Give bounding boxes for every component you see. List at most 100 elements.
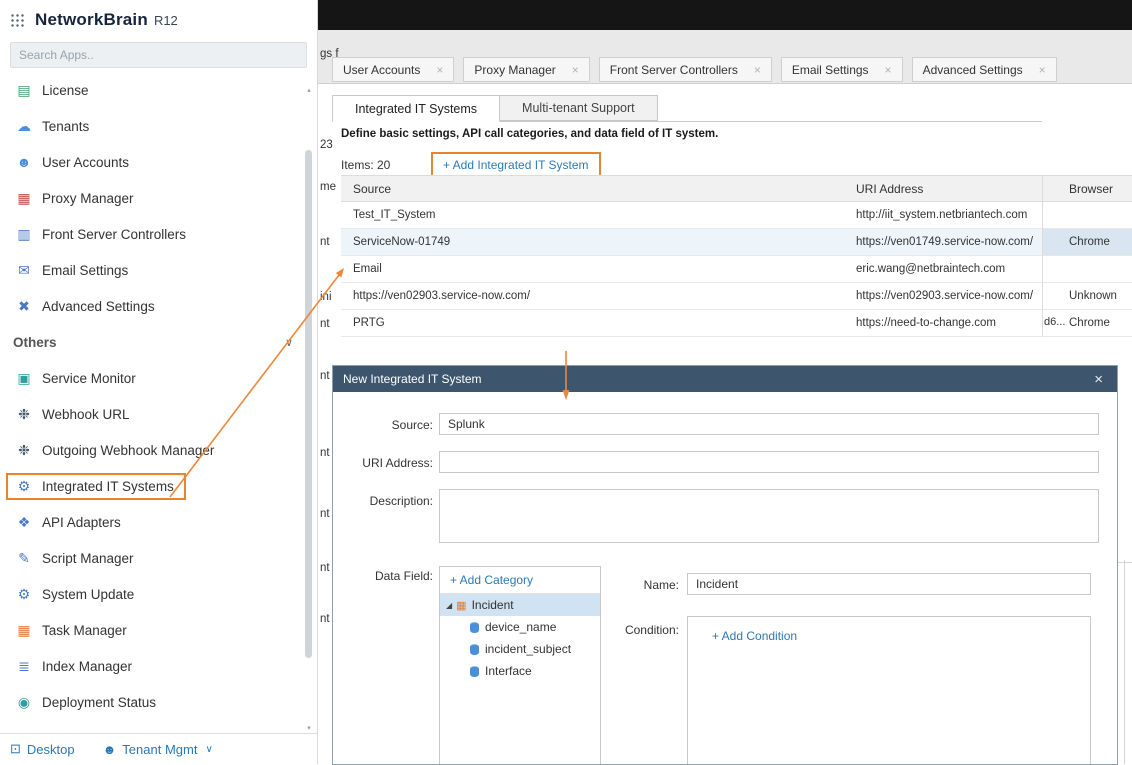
occluded-browser-column: Browser Chrome Unknown Chrome d6... <box>1042 175 1132 337</box>
scroll-up-icon[interactable]: ▴ <box>304 86 314 94</box>
cell-uri: https://ven02903.service-now.com/ <box>844 290 1042 302</box>
sidebar-item-webhook-url[interactable]: ❉ Webhook URL <box>0 396 317 432</box>
app-grid-icon[interactable] <box>10 13 25 28</box>
sidebar-item-integrated-it-systems[interactable]: ⚙ Integrated IT Systems <box>0 468 317 504</box>
others-section-header[interactable]: Others ∨ <box>0 324 317 360</box>
user-icon: ☻ <box>13 154 35 170</box>
sidebar-item-label: API Adapters <box>42 515 121 530</box>
occluded-text-fragment: nt <box>320 236 330 248</box>
search-input[interactable] <box>11 43 306 67</box>
gear-icon: ⚙ <box>13 478 35 495</box>
webhook-icon: ❉ <box>13 442 35 459</box>
desktop-icon: ⊡ <box>10 741 21 757</box>
tab-front-server-controllers[interactable]: Front Server Controllers × <box>599 57 772 82</box>
column-header-browser: Browser <box>1042 175 1132 202</box>
monitor-icon: ▣ <box>13 370 35 387</box>
sidebar-item-license[interactable]: ▤ License <box>0 72 317 108</box>
sidebar-item-task-manager[interactable]: ▦ Task Manager <box>0 612 317 648</box>
tab-label: Advanced Settings <box>923 63 1023 77</box>
close-icon[interactable]: × <box>885 64 892 76</box>
condition-box: + Add Condition <box>687 616 1091 765</box>
description-textarea[interactable] <box>439 489 1099 543</box>
data-field-icon <box>470 622 479 633</box>
cell-uri: eric.wang@netbraintech.com <box>844 263 1042 275</box>
close-icon[interactable]: × <box>436 64 443 76</box>
tab-email-settings[interactable]: Email Settings × <box>781 57 903 82</box>
occluded-text-fragment: d6... <box>1044 316 1065 328</box>
sidebar-item-email-settings[interactable]: ✉ Email Settings <box>0 252 317 288</box>
occluded-text-fragment: nt <box>320 370 330 382</box>
add-category-link[interactable]: + Add Category <box>440 567 600 594</box>
app-top-bar <box>318 0 1132 30</box>
close-icon[interactable]: × <box>754 64 761 76</box>
others-label: Others <box>13 335 57 350</box>
cell-browser: Unknown <box>1042 283 1132 310</box>
table-row[interactable]: Test_IT_System http://iit_system.netbria… <box>341 202 1042 229</box>
sidebar-item-user-accounts[interactable]: ☻ User Accounts <box>0 144 317 180</box>
desktop-link[interactable]: Desktop <box>27 742 75 757</box>
sidebar-scrollbar[interactable]: ▴ ▾ <box>304 86 314 732</box>
sidebar-item-system-update[interactable]: ⚙ System Update <box>0 576 317 612</box>
occluded-text-fragment: nt <box>320 613 330 625</box>
table-row[interactable]: ServiceNow-01749 https://ven01749.servic… <box>341 229 1042 256</box>
sidebar-item-outgoing-webhook-manager[interactable]: ❉ Outgoing Webhook Manager <box>0 432 317 468</box>
sidebar-item-proxy-manager[interactable]: ▦ Proxy Manager <box>0 180 317 216</box>
scrollbar-thumb[interactable] <box>305 150 312 658</box>
category-name-input[interactable] <box>687 573 1091 595</box>
scroll-down-icon[interactable]: ▾ <box>304 724 314 732</box>
table-row[interactable]: PRTG https://need-to-change.com <box>341 310 1042 337</box>
data-field-category-tree: + Add Category ◢ ▦ Incident device_name … <box>439 566 601 765</box>
tab-advanced-settings[interactable]: Advanced Settings × <box>912 57 1057 82</box>
sidebar-item-label: Email Settings <box>42 263 128 278</box>
sidebar-item-service-monitor[interactable]: ▣ Service Monitor <box>0 360 317 396</box>
close-icon[interactable]: × <box>1039 64 1046 76</box>
column-header-source[interactable]: Source <box>341 182 844 196</box>
envelope-icon: ✉ <box>13 262 35 279</box>
tenant-mgmt-link[interactable]: Tenant Mgmt <box>122 742 197 757</box>
sidebar-item-deployment-status[interactable]: ◉ Deployment Status <box>0 684 317 720</box>
sidebar-item-index-manager[interactable]: ≣ Index Manager <box>0 648 317 684</box>
occluded-panel-edge <box>1124 560 1125 764</box>
cell-browser <box>1042 256 1132 283</box>
sidebar-item-script-manager[interactable]: ✎ Script Manager <box>0 540 317 576</box>
tab-label: Proxy Manager <box>474 63 555 77</box>
release-label: R12 <box>154 13 178 28</box>
tree-node-interface[interactable]: Interface <box>440 660 600 682</box>
tab-multi-tenant-support[interactable]: Multi-tenant Support <box>500 95 658 121</box>
table-row[interactable]: https://ven02903.service-now.com/ https:… <box>341 283 1042 310</box>
sidebar-item-label: User Accounts <box>42 155 129 170</box>
window-toolbar <box>318 30 1132 56</box>
tree-expand-icon[interactable]: ◢ <box>446 601 452 610</box>
items-count: Items: 20 <box>341 158 431 172</box>
table-row[interactable]: Email eric.wang@netbraintech.com <box>341 256 1042 283</box>
sidebar-item-label: License <box>42 83 89 98</box>
close-icon[interactable]: × <box>572 64 579 76</box>
sidebar-item-tenants[interactable]: ☁ Tenants <box>0 108 317 144</box>
sidebar-item-label: Script Manager <box>42 551 134 566</box>
tree-node-label: Incident <box>472 598 514 612</box>
tree-node-device-name[interactable]: device_name <box>440 616 600 638</box>
add-condition-link[interactable]: + Add Condition <box>688 617 1090 643</box>
sidebar-item-api-adapters[interactable]: ❖ API Adapters <box>0 504 317 540</box>
cell-browser: Chrome <box>1042 229 1132 256</box>
tab-integrated-it-systems[interactable]: Integrated IT Systems <box>332 95 500 122</box>
new-integrated-it-system-dialog: New Integrated IT System × Source: URI A… <box>332 365 1118 765</box>
tab-proxy-manager[interactable]: Proxy Manager × <box>463 57 589 82</box>
column-header-uri[interactable]: URI Address <box>844 182 1042 196</box>
source-input[interactable] <box>439 413 1099 435</box>
app-sidebar: NetworkBrain R12 ▤ License ☁ Tenants ☻ U… <box>0 0 318 764</box>
tab-user-accounts[interactable]: User Accounts × <box>332 57 454 82</box>
tree-node-incident-subject[interactable]: incident_subject <box>440 638 600 660</box>
sidebar-item-front-server-controllers[interactable]: ▥ Front Server Controllers <box>0 216 317 252</box>
sidebar-item-label: Index Manager <box>42 659 132 674</box>
category-table-icon: ▦ <box>456 599 466 612</box>
close-icon[interactable]: × <box>1090 372 1107 387</box>
dialog-header[interactable]: New Integrated IT System × <box>333 366 1117 392</box>
sidebar-item-advanced-settings[interactable]: ✖ Advanced Settings <box>0 288 317 324</box>
sidebar-item-label: Front Server Controllers <box>42 227 186 242</box>
uri-address-input[interactable] <box>439 451 1099 473</box>
gear-icon: ⚙ <box>13 586 35 603</box>
script-icon: ✎ <box>13 550 35 567</box>
sidebar-footer: ⊡ Desktop ☻ Tenant Mgmt ∨ <box>0 733 317 764</box>
tree-node-incident[interactable]: ◢ ▦ Incident <box>440 594 600 616</box>
